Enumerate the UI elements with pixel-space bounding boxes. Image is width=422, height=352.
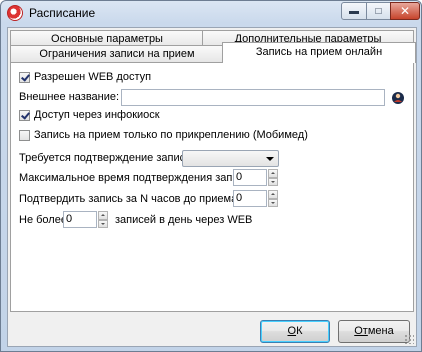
confirmation-required-label: Требуется подтверждение записи: <box>19 152 195 164</box>
external-name-label-row: Внешнее название: <box>19 91 119 103</box>
max-confirm-time-spinner[interactable]: 0 <box>233 169 278 186</box>
spin-down-icon[interactable] <box>268 177 278 186</box>
confirmation-required-select[interactable] <box>182 150 279 167</box>
cancel-mnemonic: От <box>354 325 368 337</box>
app-icon <box>7 5 23 21</box>
maximize-icon: □ <box>375 5 382 17</box>
confirm-hours-before-spinner[interactable]: 0 <box>233 190 278 207</box>
max-confirm-time-value[interactable]: 0 <box>233 169 267 186</box>
max-per-day-suffix: записей в день через WEB <box>115 214 253 226</box>
confirmation-required-label-row: Требуется подтверждение записи: <box>19 152 194 164</box>
tab-online-booking[interactable]: Запись на прием онлайн <box>222 42 416 63</box>
max-per-day-spinner[interactable]: 0 <box>63 211 108 228</box>
web-access-checkbox[interactable] <box>19 71 30 83</box>
attachment-only-row[interactable]: Запись на прием только по прикреплению (… <box>19 129 308 141</box>
max-per-day-suffix-row: записей в день через WEB <box>115 214 252 226</box>
ok-mnemonic: О <box>287 325 297 337</box>
attachment-only-label: Запись на прием только по прикреплению (… <box>34 129 308 141</box>
close-icon: ✕ <box>399 4 411 18</box>
max-per-day-value[interactable]: 0 <box>63 211 97 228</box>
confirm-hours-before-value[interactable]: 0 <box>233 190 267 207</box>
title-bar[interactable]: Расписание ▬ □ ✕ <box>1 1 421 27</box>
spin-up-icon[interactable] <box>268 169 278 178</box>
infokiosk-label: Доступ через инфокиоск <box>34 109 160 121</box>
tab-booking-restrictions[interactable]: Ограничения записи на прием <box>10 45 224 62</box>
infokiosk-row[interactable]: Доступ через инфокиоск <box>19 109 160 121</box>
spin-down-icon[interactable] <box>268 198 278 207</box>
ok-button[interactable]: ОК <box>260 320 330 343</box>
close-button[interactable]: ✕ <box>390 2 420 20</box>
dialog-client-area: Основные параметры Дополнительные параме… <box>7 27 417 347</box>
web-access-label: Разрешен WEB доступ <box>34 71 152 83</box>
spin-down-icon[interactable] <box>98 219 108 228</box>
confirm-hours-before-label-row: Подтвердить запись за N часов до приема,… <box>19 193 252 205</box>
address-book-icon[interactable] <box>390 90 406 106</box>
max-confirm-time-label: Максимальное время подтверждения записи,… <box>19 172 266 184</box>
infokiosk-checkbox[interactable] <box>19 109 30 121</box>
maximize-button[interactable]: □ <box>366 2 391 20</box>
minimize-icon: ▬ <box>349 5 359 17</box>
attachment-only-checkbox[interactable] <box>19 129 30 141</box>
max-per-day-prefix: Не более <box>19 214 67 226</box>
spin-up-icon[interactable] <box>98 211 108 220</box>
resize-grip-icon[interactable] <box>404 334 414 344</box>
external-name-label: Внешнее название: <box>19 91 120 103</box>
dialog-window: Расписание ▬ □ ✕ Основные параметры Допо… <box>0 0 422 352</box>
window-title: Расписание <box>29 6 96 20</box>
max-confirm-time-label-row: Максимальное время подтверждения записи,… <box>19 172 265 184</box>
ok-label-rest: К <box>296 325 303 337</box>
spin-up-icon[interactable] <box>268 190 278 199</box>
cancel-label-rest: мена <box>367 325 394 337</box>
web-access-row[interactable]: Разрешен WEB доступ <box>19 71 151 83</box>
cancel-button[interactable]: Отмена <box>338 320 410 343</box>
external-name-input[interactable] <box>121 89 385 106</box>
max-per-day-prefix-row: Не более <box>19 214 67 226</box>
chevron-down-icon <box>266 157 274 161</box>
tab-panel-online-booking: Разрешен WEB доступ Внешнее название: До… <box>10 62 414 312</box>
minimize-button[interactable]: ▬ <box>341 2 367 20</box>
confirm-hours-before-label: Подтвердить запись за N часов до приема,… <box>19 193 253 205</box>
